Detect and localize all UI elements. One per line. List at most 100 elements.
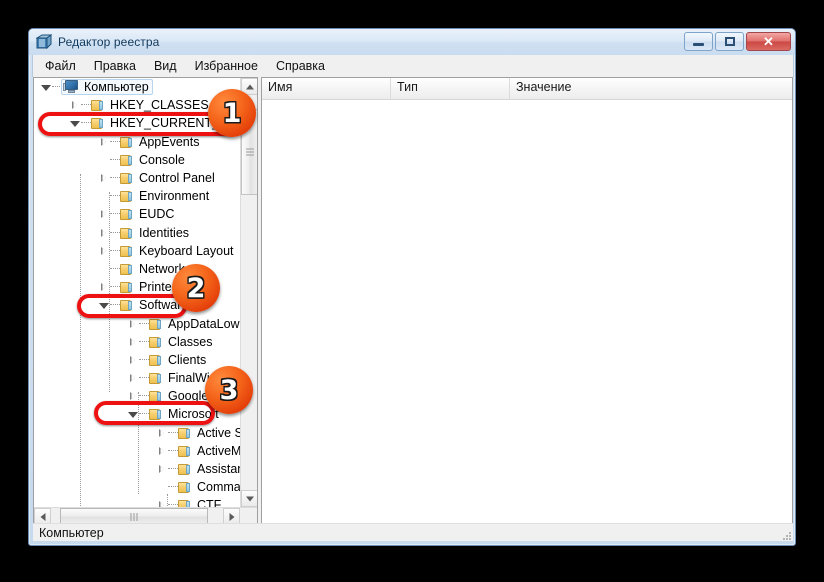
scroll-down-button[interactable]	[241, 490, 257, 507]
tree-item-printers[interactable]: Printers	[34, 278, 242, 296]
menu-item-view[interactable]: Вид	[145, 57, 186, 75]
expander-icon[interactable]	[69, 117, 81, 129]
expander-icon[interactable]	[98, 136, 110, 148]
registry-values-pane[interactable]: Имя Тип Значение	[261, 77, 793, 525]
maximize-button[interactable]	[715, 32, 744, 51]
tree-connector	[110, 195, 120, 197]
tree-connector	[139, 358, 149, 361]
expander-icon[interactable]	[127, 408, 139, 420]
expander-icon[interactable]	[98, 281, 110, 293]
tree-item-label: Identities	[139, 225, 190, 240]
tree-item-computer[interactable]: Компьютер	[34, 78, 242, 96]
tree-connector	[139, 322, 149, 325]
tree-item-ctf[interactable]: CTF	[34, 496, 242, 507]
tree-item-identities[interactable]: Identities	[34, 224, 242, 242]
folder-icon	[178, 499, 192, 507]
computer-icon	[63, 80, 79, 94]
tree-item-label: HKEY_CURRENT_USER	[110, 116, 242, 131]
screenshot-root: Редактор реестра ✕ Файл Правка Вид Избра…	[0, 0, 824, 582]
tree-item-command-processor[interactable]: Command Pro	[34, 478, 242, 496]
tree-item-label: AppDataLow	[168, 316, 240, 331]
tree-item-label: CTF	[197, 498, 222, 507]
tree-item-network[interactable]: Network	[34, 260, 242, 278]
expander-icon[interactable]	[156, 499, 168, 507]
registry-tree-pane[interactable]: Компьютер HKEY_CLASSES_ROOT HKEY_CURRENT…	[33, 77, 258, 525]
tree-item-keyboard-layout[interactable]: Keyboard Layout	[34, 242, 242, 260]
tree-connector	[110, 267, 120, 270]
tree-item-assistance[interactable]: Assistance	[34, 460, 242, 478]
tree-item-clients[interactable]: Clients	[34, 351, 242, 369]
tree-item-hkey-current-user[interactable]: HKEY_CURRENT_USER	[34, 114, 242, 132]
folder-icon	[149, 354, 163, 366]
folder-icon	[120, 245, 134, 257]
tree-vertical-scrollbar[interactable]	[240, 78, 257, 507]
tree-item-environment[interactable]: Environment	[34, 187, 242, 205]
tree-item-console[interactable]: Console	[34, 151, 242, 169]
folder-icon	[91, 117, 105, 130]
tree-connector	[139, 377, 149, 379]
expander-icon[interactable]	[127, 336, 139, 348]
expander-icon[interactable]	[98, 208, 110, 220]
tree-item-eudc[interactable]: EUDC	[34, 205, 242, 223]
expander-icon[interactable]	[156, 463, 168, 475]
resize-grip-icon[interactable]	[779, 528, 791, 540]
tree-item-appdatalow[interactable]: AppDataLow	[34, 314, 242, 332]
tree-horizontal-scrollbar[interactable]	[34, 507, 257, 524]
tree-connector	[168, 449, 178, 452]
tree-item-activemovie[interactable]: ActiveMovie	[34, 442, 242, 460]
expander-icon[interactable]	[127, 354, 139, 366]
scroll-thumb-vertical[interactable]	[241, 109, 257, 195]
window-title: Редактор реестра	[58, 35, 160, 49]
tree-connector	[139, 413, 149, 415]
expander-icon[interactable]	[127, 390, 139, 402]
tree-item-microsoft[interactable]: Microsoft	[34, 405, 242, 423]
expander-icon[interactable]	[98, 299, 110, 311]
column-header-type[interactable]: Тип	[391, 78, 510, 99]
tree-item-control-panel[interactable]: Control Panel	[34, 169, 242, 187]
expander-icon[interactable]	[127, 372, 139, 384]
tree-item-label: Network	[139, 261, 185, 276]
expander-icon[interactable]	[98, 172, 110, 184]
tree-item-software[interactable]: Software	[34, 296, 242, 314]
folder-icon	[120, 227, 134, 239]
tree-item-label: Clients	[168, 352, 207, 367]
registry-editor-window: Редактор реестра ✕ Файл Правка Вид Избра…	[28, 28, 796, 546]
expander-icon[interactable]	[156, 445, 168, 457]
minimize-button[interactable]	[684, 32, 713, 51]
scroll-grip-icon	[245, 148, 254, 156]
tree-item-label: Active Setup	[197, 425, 242, 440]
tree-connector	[168, 486, 178, 488]
expander-icon[interactable]	[40, 81, 52, 93]
scroll-grip-icon	[130, 512, 138, 521]
tree-item-active-setup[interactable]: Active Setup	[34, 424, 242, 442]
column-header-name[interactable]: Имя	[262, 78, 391, 99]
expander-icon[interactable]	[69, 99, 81, 111]
tree-item-appevents[interactable]: AppEvents	[34, 133, 242, 151]
menu-item-help[interactable]: Справка	[267, 57, 334, 75]
menu-item-edit[interactable]: Правка	[85, 57, 145, 75]
expander-icon[interactable]	[98, 245, 110, 257]
menu-item-file[interactable]: Файл	[36, 57, 85, 75]
tree-connector	[168, 431, 178, 434]
list-body[interactable]	[262, 100, 792, 505]
tree-connector	[110, 158, 120, 161]
tree-item-google[interactable]: Google	[34, 387, 242, 405]
expander-icon[interactable]	[156, 427, 168, 439]
tree-item-hkey-classes-root[interactable]: HKEY_CLASSES_ROOT	[34, 96, 242, 114]
column-header-value[interactable]: Значение	[510, 78, 792, 99]
close-button[interactable]: ✕	[746, 32, 791, 51]
tree-item-label: Control Panel	[139, 171, 215, 186]
status-path: Компьютер	[39, 525, 104, 540]
tree-item-finalwire[interactable]: FinalWire	[34, 369, 242, 387]
menu-item-favorites[interactable]: Избранное	[186, 57, 267, 75]
scroll-up-button[interactable]	[241, 78, 257, 95]
tree-item-label: Google	[168, 389, 209, 404]
tree-item-classes[interactable]: Classes	[34, 333, 242, 351]
folder-icon	[178, 463, 192, 476]
expander-icon[interactable]	[127, 318, 139, 330]
expander-icon[interactable]	[98, 227, 110, 239]
folder-icon	[120, 154, 134, 166]
folder-icon	[120, 136, 134, 148]
